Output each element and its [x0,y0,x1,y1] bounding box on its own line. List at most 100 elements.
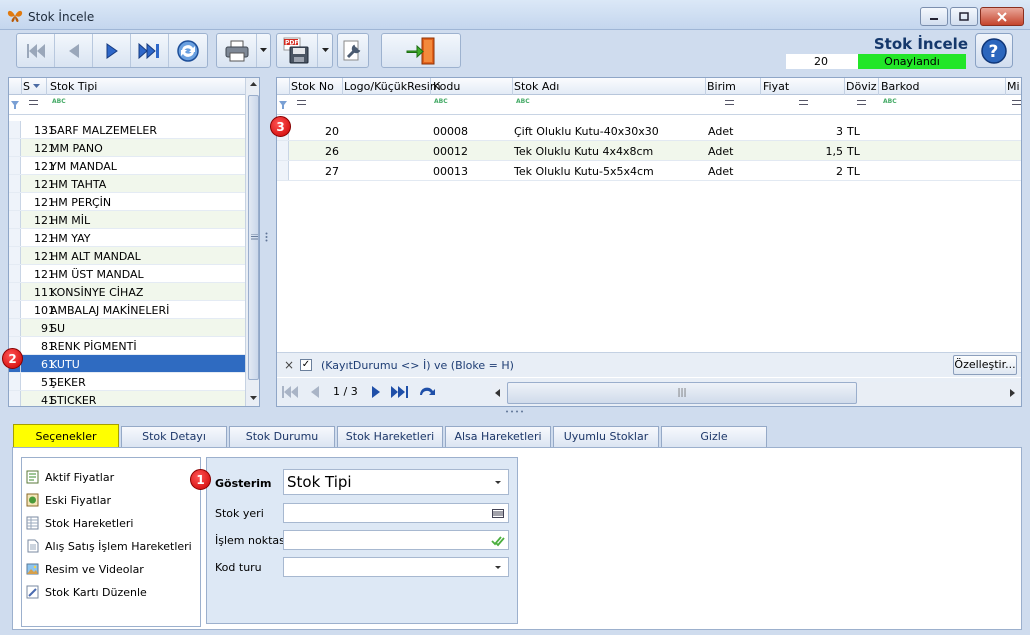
horizontal-splitter[interactable] [505,410,527,413]
next-page-icon[interactable] [371,386,381,398]
next-record-button[interactable] [93,34,131,67]
double-check-icon[interactable] [491,534,505,547]
filter-equals-icon[interactable] [799,100,808,105]
refresh-button[interactable] [169,34,207,67]
list-item[interactable]: 101 AMBALAJ MAKİNELERİ [9,301,245,319]
edit-tool-button[interactable] [338,34,368,67]
option-active-prices[interactable]: Aktif Fiyatlar [26,467,114,487]
table-row[interactable]: 26 00012 Tek Oluklu Kutu 4x4x8cm Adet 1,5 TL [277,141,1021,161]
export-pdf-button[interactable]: PDF [277,34,319,67]
filter-abc-icon[interactable]: ABC [516,98,530,105]
cell-fiyat: 3 [836,125,843,138]
table-row[interactable]: 27 00013 Tek Oluklu Kutu-5x5x4cm Adet 2 TL [277,161,1021,181]
tab-stock-detail[interactable]: Stok Detayı [121,426,227,447]
exit-button[interactable] [382,34,460,67]
gosterim-select[interactable]: Stok Tipi [283,469,509,495]
filter-abc-icon[interactable]: ABC [52,98,66,105]
list-item[interactable]: 121 HM MİL [9,211,245,229]
list-item[interactable]: 51 ŞEKER [9,373,245,391]
first-page-icon[interactable] [282,386,300,398]
scroll-up-icon[interactable] [250,82,257,87]
column-header-birim[interactable]: Birim [707,80,736,93]
option-images-videos[interactable]: Resim ve Videolar [26,559,144,579]
refresh-page-icon[interactable] [417,385,437,399]
column-header-stok-no[interactable]: Stok No [291,80,334,93]
column-header-stock-type[interactable]: Stok Tipi [50,80,97,93]
horizontal-scrollbar[interactable]: ||| [492,382,1020,404]
list-item[interactable]: 121 HM YAY [9,229,245,247]
lookup-icon[interactable] [492,509,504,518]
maximize-button[interactable] [950,7,978,26]
export-dropdown-button[interactable] [318,34,332,67]
customize-button[interactable]: Özelleştir... [953,355,1017,375]
print-dropdown-button[interactable] [257,34,270,67]
filter-abc-icon[interactable]: ABC [883,98,897,105]
list-item[interactable]: 121 HM PERÇİN [9,193,245,211]
vertical-scrollbar[interactable] [245,78,259,406]
close-button[interactable] [980,7,1024,26]
list-item[interactable]: 121 HM TAHTA [9,175,245,193]
list-item[interactable]: 61 KUTU [9,355,245,373]
list-item[interactable]: 131 SARF MALZEMELER [9,121,245,139]
tab-options[interactable]: Seçenekler [13,424,119,448]
list-item[interactable]: 121 HM ALT MANDAL [9,247,245,265]
filter-equals-icon[interactable] [857,100,866,105]
filter-icon[interactable] [11,101,19,110]
list-item[interactable]: 121 MM PANO [9,139,245,157]
islem-noktasi-input[interactable] [283,530,509,550]
scroll-thumb[interactable]: ||| [507,382,857,404]
column-header-mi[interactable]: Mi [1007,80,1020,93]
list-item[interactable]: 121 HM ÜST MANDAL [9,265,245,283]
filter-equals-icon[interactable] [297,100,306,105]
tools-group [337,33,369,68]
filter-equals-icon[interactable] [29,100,38,105]
column-header-barkod[interactable]: Barkod [881,80,920,93]
option-edit-stock-card[interactable]: Stok Kartı Düzenle [26,582,147,602]
list-item[interactable]: 41 STICKER [9,391,245,406]
option-purchase-sale-movements[interactable]: Alış Satış İşlem Hareketleri [26,536,192,556]
print-button[interactable] [217,34,257,67]
minimize-button[interactable] [920,7,948,26]
list-item[interactable]: 121 YM MANDAL [9,157,245,175]
tab-alsa-movements[interactable]: Alsa Hareketleri [445,426,551,447]
option-stock-movements[interactable]: Stok Hareketleri [26,513,133,533]
scroll-left-icon[interactable] [495,389,500,397]
vertical-splitter[interactable] [265,232,268,242]
table-row[interactable]: 20 00008 Çift Oluklu Kutu-40x30x30 Adet 3 TL [277,121,1021,141]
help-button[interactable]: ? [975,33,1013,68]
filter-equals-icon[interactable] [1012,100,1021,105]
scroll-thumb[interactable] [248,95,259,380]
column-header-logo[interactable]: Logo/KüçükResim [344,80,441,93]
kod-turu-select[interactable] [283,557,509,577]
tab-compatible-stocks[interactable]: Uyumlu Stoklar [553,426,659,447]
first-record-button[interactable] [17,34,55,67]
scroll-down-icon[interactable] [250,396,257,401]
row-indicator [9,121,21,138]
tab-stock-status[interactable]: Stok Durumu [229,426,335,447]
column-header-fiyat[interactable]: Fiyat [763,80,789,93]
last-page-icon[interactable] [391,386,411,398]
clear-filter-icon[interactable]: × [284,358,294,372]
column-header-kodu[interactable]: Kodu [433,80,460,93]
stok-yeri-input[interactable] [283,503,509,523]
previous-page-icon[interactable] [310,386,320,398]
tab-stock-movements[interactable]: Stok Hareketleri [337,426,443,447]
column-header-s[interactable]: S [23,80,30,93]
list-item[interactable]: 91 SU [9,319,245,337]
filter-icon[interactable] [279,101,287,110]
filter-abc-icon[interactable]: ABC [434,98,448,105]
list-item[interactable]: 111 KONSİNYE CİHAZ [9,283,245,301]
previous-record-button[interactable] [55,34,93,67]
row-indicator [9,139,21,156]
row-indicator [9,391,21,406]
filter-equals-icon[interactable] [725,100,734,105]
filter-expression[interactable]: (KayıtDurumu <> İ) ve (Bloke = H) [321,359,514,372]
list-item[interactable]: 81 RENK PİGMENTİ [9,337,245,355]
tab-hide[interactable]: Gizle [661,426,767,447]
column-header-doviz[interactable]: Döviz [846,80,877,93]
column-header-stok-adi[interactable]: Stok Adı [514,80,559,93]
last-record-button[interactable] [131,34,169,67]
scroll-right-icon[interactable] [1010,389,1015,397]
filter-enabled-checkbox[interactable]: ✓ [300,359,312,371]
option-old-prices[interactable]: Eski Fiyatlar [26,490,111,510]
